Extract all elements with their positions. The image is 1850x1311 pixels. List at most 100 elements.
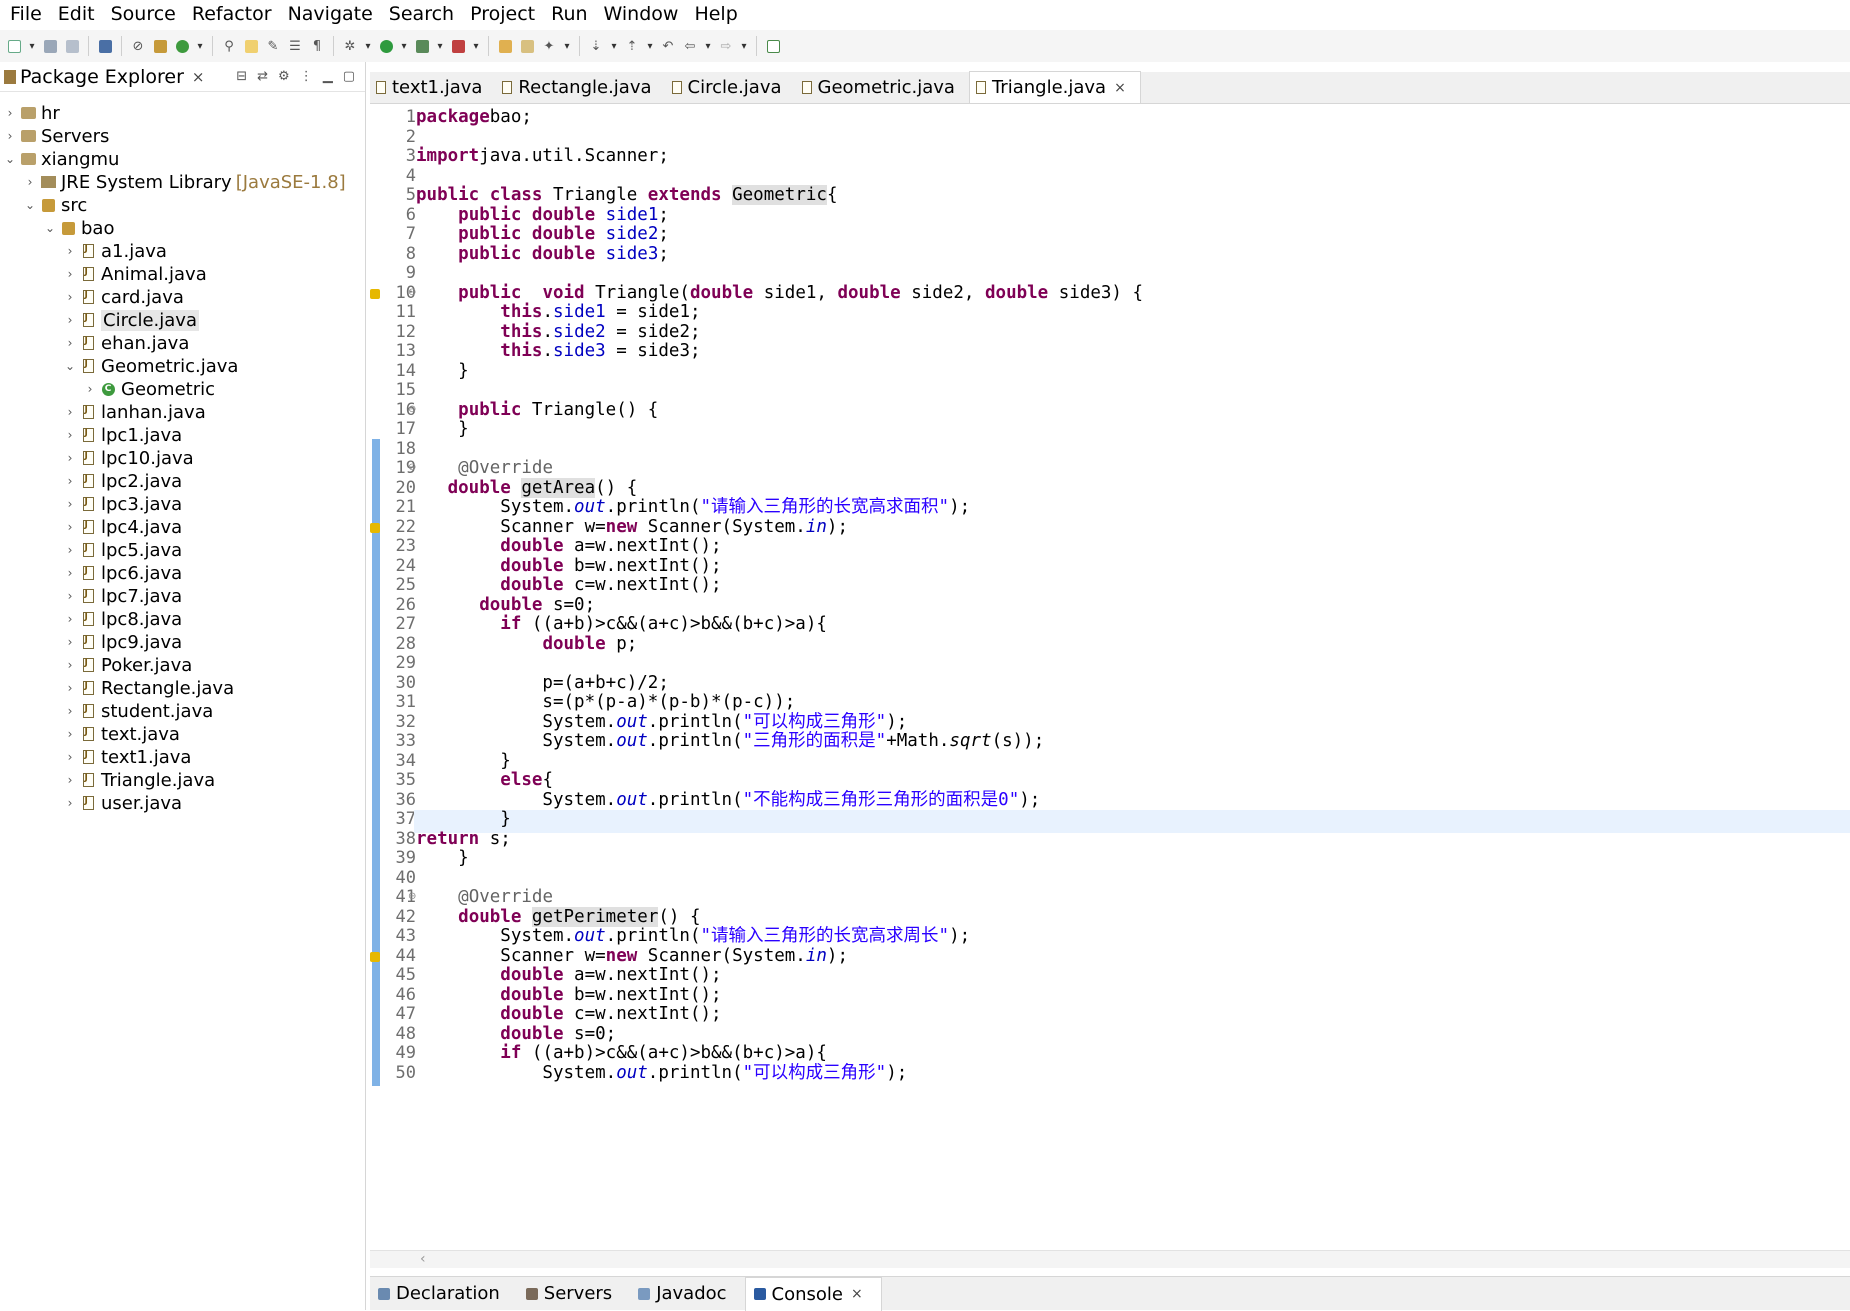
close-icon[interactable]: × [851, 1286, 863, 1302]
chevron-right-icon[interactable]: › [2, 129, 18, 143]
collapse-all-icon[interactable]: ⊟ [236, 69, 247, 84]
open-type-icon[interactable]: ⚲ [219, 35, 239, 57]
chevron-right-icon[interactable]: › [62, 589, 78, 603]
back-icon[interactable]: ⇦ [680, 35, 700, 57]
chevron-right-icon[interactable]: › [62, 543, 78, 557]
chevron-right-icon[interactable]: › [62, 773, 78, 787]
tree-item[interactable]: › lpc5.java [62, 539, 183, 561]
open-task-icon[interactable] [517, 35, 537, 57]
tree-item[interactable]: › Triangle.java [62, 769, 216, 791]
chevron-right-icon[interactable]: › [62, 336, 78, 350]
menu-navigate[interactable]: Navigate [280, 0, 381, 28]
next-annotation-icon[interactable]: ⇣ [586, 35, 606, 57]
chevron-right-icon[interactable]: › [82, 382, 98, 396]
new-java-class-icon[interactable] [172, 35, 192, 57]
next-annotation-dropdown-icon[interactable]: ▾ [608, 41, 620, 52]
chevron-right-icon[interactable]: › [62, 520, 78, 534]
chevron-down-icon[interactable]: ⌄ [62, 359, 78, 373]
tree-item[interactable]: ⌄ src [22, 194, 87, 216]
chevron-right-icon[interactable]: › [62, 451, 78, 465]
minimize-icon[interactable]: ▁ [323, 69, 333, 84]
toggle-block-icon[interactable]: ✎ [263, 35, 283, 57]
debug-dropdown-icon[interactable]: ▾ [362, 41, 374, 52]
view-menu-icon[interactable]: ⋮ [300, 69, 313, 84]
tree-item[interactable]: ⌄ xiangmu [2, 148, 120, 170]
last-edit-location-icon[interactable]: ↶ [658, 35, 678, 57]
tree-item[interactable]: › hr [2, 102, 60, 124]
filters-icon[interactable]: ⚙ [278, 69, 290, 84]
menu-window[interactable]: Window [596, 0, 687, 28]
tab-javadoc[interactable]: Javadoc [630, 1277, 744, 1311]
previous-annotation-icon[interactable]: ⇡ [622, 35, 642, 57]
chevron-right-icon[interactable]: › [62, 497, 78, 511]
terminal-icon[interactable] [95, 35, 115, 57]
tree-item[interactable]: › Circle.java [62, 309, 199, 331]
run-dropdown-icon[interactable]: ▾ [398, 41, 410, 52]
chevron-right-icon[interactable]: › [62, 428, 78, 442]
new-dropdown-icon[interactable]: ▾ [26, 41, 38, 52]
tab-circle[interactable]: Circle.java [666, 71, 796, 103]
chevron-down-icon[interactable]: ⌄ [22, 198, 38, 212]
tab-console[interactable]: Console × [744, 1276, 882, 1311]
tree-item[interactable]: › lpc3.java [62, 493, 183, 515]
coverage-icon[interactable] [412, 35, 432, 57]
package-explorer-title[interactable]: Package Explorer [20, 66, 184, 88]
menu-search[interactable]: Search [381, 0, 462, 28]
run-icon[interactable] [376, 35, 396, 57]
menu-help[interactable]: Help [686, 0, 745, 28]
tree-item[interactable]: › text.java [62, 723, 180, 745]
chevron-right-icon[interactable]: › [62, 566, 78, 580]
chevron-right-icon[interactable]: › [62, 612, 78, 626]
chevron-right-icon[interactable]: › [62, 750, 78, 764]
chevron-right-icon[interactable]: › [62, 681, 78, 695]
tab-rectangle[interactable]: Rectangle.java [496, 71, 665, 103]
maximize-icon[interactable]: ▢ [343, 69, 355, 84]
tree-item[interactable]: ⌄ bao [42, 217, 115, 239]
search-icon[interactable]: ✦ [539, 35, 559, 57]
code-editor[interactable]: 1 2 3 4 5 6 7 8 9 10 ⊖ 11 12 13 14 15 16 ⊖ 17 18 19 ⊖ 20 21 22 23… [370, 104, 1850, 1264]
tree-item[interactable]: › lpc8.java [62, 608, 183, 630]
tree-item[interactable]: › Poker.java [62, 654, 193, 676]
new-class-dropdown-icon[interactable]: ▾ [194, 41, 206, 52]
new-java-package-icon[interactable] [150, 35, 170, 57]
chevron-right-icon[interactable]: › [62, 290, 78, 304]
tab-geometric[interactable]: Geometric.java [796, 71, 969, 103]
chevron-right-icon[interactable]: › [62, 727, 78, 741]
word-wrap-icon[interactable]: ☰ [285, 35, 305, 57]
menu-refactor[interactable]: Refactor [184, 0, 280, 28]
tab-text1[interactable]: text1.java [370, 71, 496, 103]
tree-item[interactable]: › lpc10.java [62, 447, 194, 469]
tree-item[interactable]: › lpc1.java [62, 424, 183, 446]
chevron-right-icon[interactable]: › [62, 313, 78, 327]
debug-icon[interactable]: ✲ [340, 35, 360, 57]
menu-project[interactable]: Project [462, 0, 543, 28]
menu-edit[interactable]: Edit [50, 0, 103, 28]
warning-icon[interactable] [370, 522, 380, 533]
menu-run[interactable]: Run [543, 0, 595, 28]
horizontal-scrollbar[interactable]: ‹ [370, 1250, 1850, 1268]
tree-item[interactable]: › Animal.java [62, 263, 207, 285]
tree-item[interactable]: › lpc4.java [62, 516, 183, 538]
chevron-right-icon[interactable]: › [62, 267, 78, 281]
tree-item[interactable]: › lpc6.java [62, 562, 183, 584]
save-all-icon[interactable] [62, 35, 82, 57]
chevron-right-icon[interactable]: › [62, 244, 78, 258]
tree-item[interactable]: › Servers [2, 125, 110, 147]
tree-item[interactable]: › text1.java [62, 746, 192, 768]
warning-icon[interactable] [370, 288, 380, 299]
new-icon[interactable] [4, 35, 24, 57]
tree-item[interactable]: › lpc9.java [62, 631, 183, 653]
scroll-left-icon[interactable]: ‹ [420, 1251, 426, 1267]
tab-triangle[interactable]: Triangle.java × [968, 71, 1141, 103]
show-whitespace-icon[interactable]: ¶ [307, 35, 327, 57]
chevron-right-icon[interactable]: › [62, 704, 78, 718]
coverage-dropdown-icon[interactable]: ▾ [434, 41, 446, 52]
chevron-right-icon[interactable]: › [62, 405, 78, 419]
skip-breakpoints-icon[interactable]: ⊘ [128, 35, 148, 57]
chevron-right-icon[interactable]: › [22, 175, 38, 189]
chevron-down-icon[interactable]: ⌄ [42, 221, 58, 235]
forward-dropdown-icon[interactable]: ▾ [738, 41, 750, 52]
tree-item[interactable]: ⌄ Geometric.java [62, 355, 238, 377]
open-folder-icon[interactable] [495, 35, 515, 57]
forward-icon[interactable]: ⇨ [716, 35, 736, 57]
